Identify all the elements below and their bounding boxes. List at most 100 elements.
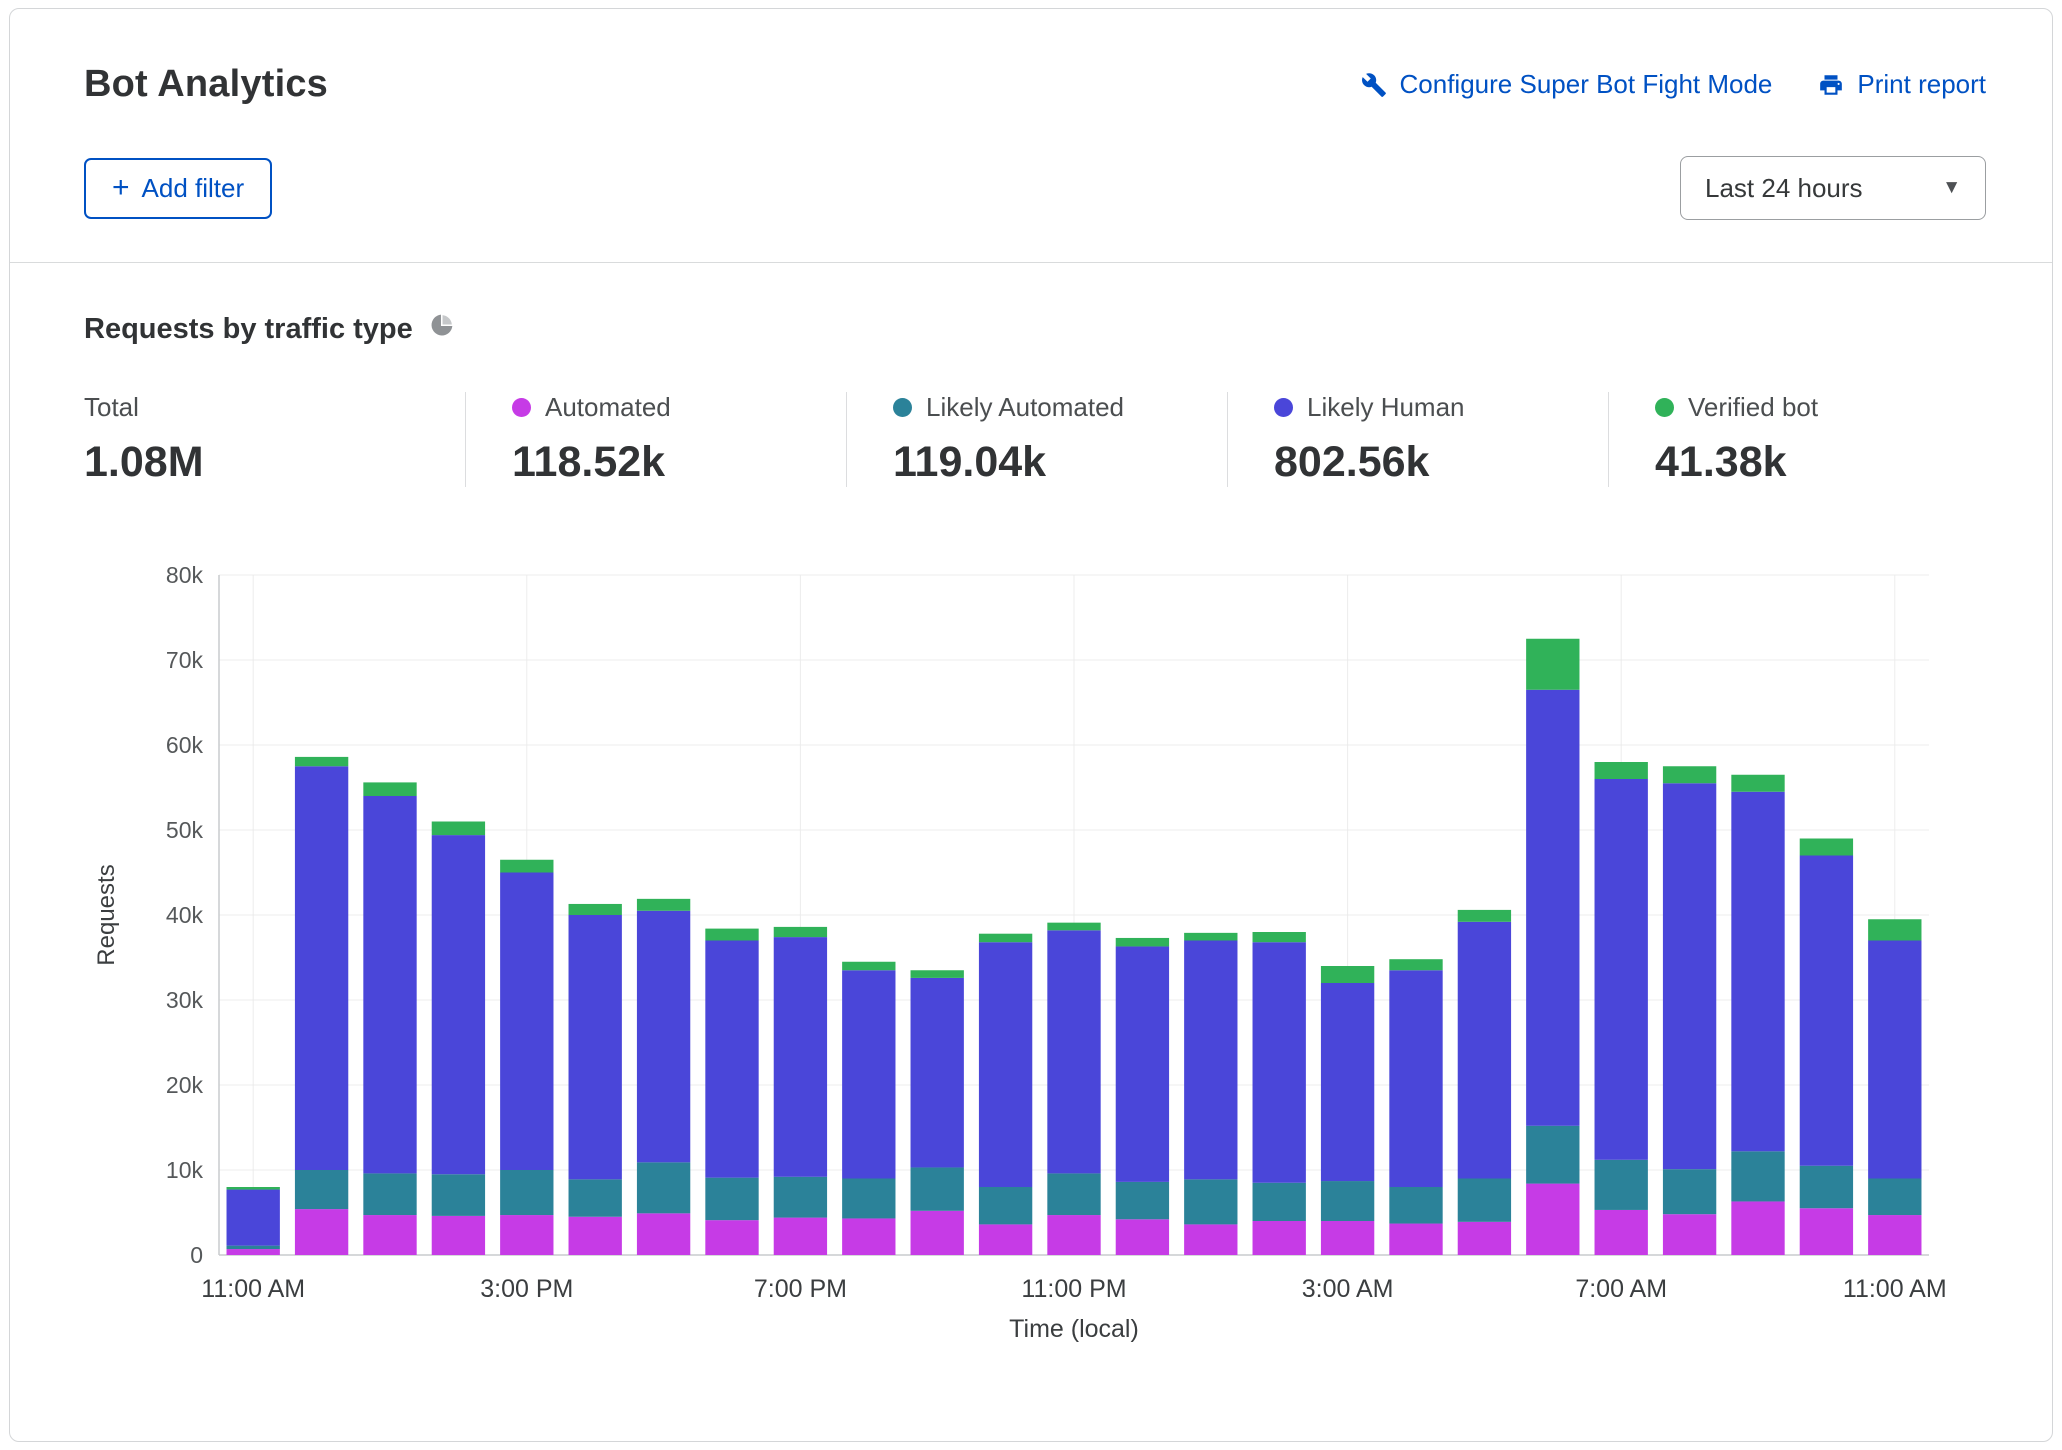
bar-segment-likely-automated[interactable]	[1321, 1181, 1374, 1221]
bar-segment-automated[interactable]	[1458, 1222, 1511, 1255]
bar-segment-automated[interactable]	[363, 1215, 416, 1255]
bar-segment-automated[interactable]	[295, 1209, 348, 1255]
bar-segment-verified-bot[interactable]	[432, 822, 485, 836]
bar-segment-likely-automated[interactable]	[1389, 1187, 1442, 1224]
bar-segment-likely-human[interactable]	[295, 766, 348, 1170]
bar-segment-automated[interactable]	[1116, 1219, 1169, 1255]
bar-segment-automated[interactable]	[1389, 1224, 1442, 1255]
bar-segment-likely-human[interactable]	[1458, 922, 1511, 1179]
bar-segment-likely-automated[interactable]	[1868, 1179, 1921, 1216]
bar-segment-likely-human[interactable]	[1389, 970, 1442, 1187]
bar-segment-likely-human[interactable]	[1321, 983, 1374, 1181]
bar-segment-likely-human[interactable]	[705, 941, 758, 1178]
bar-segment-likely-automated[interactable]	[1184, 1179, 1237, 1224]
bar-segment-likely-automated[interactable]	[1047, 1173, 1100, 1215]
bar-segment-verified-bot[interactable]	[227, 1187, 280, 1190]
bar-segment-automated[interactable]	[500, 1215, 553, 1255]
bar-segment-verified-bot[interactable]	[363, 782, 416, 796]
bar-segment-verified-bot[interactable]	[705, 929, 758, 941]
bar-segment-likely-automated[interactable]	[1731, 1151, 1784, 1201]
bar-segment-automated[interactable]	[705, 1220, 758, 1255]
bar-segment-verified-bot[interactable]	[774, 927, 827, 937]
bar-segment-verified-bot[interactable]	[1458, 910, 1511, 922]
bar-segment-automated[interactable]	[1184, 1224, 1237, 1255]
bar-segment-likely-automated[interactable]	[432, 1174, 485, 1216]
bar-segment-likely-human[interactable]	[363, 796, 416, 1173]
bar-segment-likely-automated[interactable]	[1253, 1183, 1306, 1221]
bar-segment-verified-bot[interactable]	[1389, 959, 1442, 970]
bar-segment-automated[interactable]	[227, 1249, 280, 1255]
bar-segment-likely-automated[interactable]	[569, 1179, 622, 1216]
bar-segment-verified-bot[interactable]	[295, 757, 348, 766]
bar-segment-likely-human[interactable]	[774, 937, 827, 1177]
bar-segment-likely-automated[interactable]	[705, 1178, 758, 1221]
bar-segment-verified-bot[interactable]	[1800, 839, 1853, 856]
bar-segment-automated[interactable]	[1663, 1214, 1716, 1255]
bar-segment-likely-human[interactable]	[569, 915, 622, 1179]
bar-segment-likely-automated[interactable]	[1526, 1126, 1579, 1184]
time-range-select[interactable]: Last 24 hours ▼	[1680, 156, 1986, 220]
bar-segment-automated[interactable]	[1321, 1221, 1374, 1255]
bar-segment-automated[interactable]	[1800, 1208, 1853, 1255]
bar-segment-automated[interactable]	[842, 1218, 895, 1255]
bar-segment-verified-bot[interactable]	[637, 899, 690, 911]
bar-segment-likely-human[interactable]	[1047, 930, 1100, 1173]
bar-segment-automated[interactable]	[911, 1211, 964, 1255]
bar-segment-automated[interactable]	[1253, 1221, 1306, 1255]
bar-segment-likely-automated[interactable]	[637, 1162, 690, 1213]
bar-segment-likely-human[interactable]	[1800, 856, 1853, 1166]
bar-segment-automated[interactable]	[979, 1224, 1032, 1255]
bar-segment-verified-bot[interactable]	[1731, 775, 1784, 792]
bar-segment-likely-automated[interactable]	[363, 1173, 416, 1215]
bar-segment-likely-human[interactable]	[637, 911, 690, 1163]
bar-segment-likely-human[interactable]	[432, 835, 485, 1174]
bar-segment-verified-bot[interactable]	[1116, 938, 1169, 947]
bar-segment-automated[interactable]	[1526, 1184, 1579, 1255]
bar-segment-likely-human[interactable]	[1595, 779, 1648, 1160]
bar-segment-likely-automated[interactable]	[911, 1167, 964, 1210]
bar-segment-verified-bot[interactable]	[1663, 766, 1716, 783]
bar-segment-automated[interactable]	[569, 1217, 622, 1255]
bar-segment-verified-bot[interactable]	[1868, 919, 1921, 940]
bar-segment-likely-human[interactable]	[842, 970, 895, 1178]
bar-segment-likely-human[interactable]	[227, 1190, 280, 1246]
bar-segment-automated[interactable]	[432, 1216, 485, 1255]
bar-segment-automated[interactable]	[1595, 1210, 1648, 1255]
bar-segment-likely-human[interactable]	[1731, 792, 1784, 1152]
bar-segment-verified-bot[interactable]	[569, 904, 622, 915]
bar-segment-likely-automated[interactable]	[1595, 1160, 1648, 1210]
bar-segment-likely-automated[interactable]	[227, 1246, 280, 1249]
bar-segment-automated[interactable]	[774, 1218, 827, 1255]
bar-segment-likely-automated[interactable]	[1663, 1169, 1716, 1214]
add-filter-button[interactable]: + Add filter	[84, 158, 272, 219]
bar-segment-likely-automated[interactable]	[842, 1179, 895, 1219]
bar-segment-likely-human[interactable]	[979, 942, 1032, 1187]
bar-segment-verified-bot[interactable]	[1253, 932, 1306, 942]
bar-segment-automated[interactable]	[1731, 1201, 1784, 1255]
bar-segment-likely-automated[interactable]	[295, 1170, 348, 1209]
bar-segment-likely-human[interactable]	[1868, 941, 1921, 1179]
bar-segment-likely-human[interactable]	[1184, 941, 1237, 1180]
bar-segment-verified-bot[interactable]	[1047, 923, 1100, 931]
bar-segment-automated[interactable]	[1868, 1215, 1921, 1255]
bar-segment-verified-bot[interactable]	[979, 934, 1032, 943]
configure-super-bot-fight-mode-link[interactable]: Configure Super Bot Fight Mode	[1361, 69, 1773, 100]
bar-segment-verified-bot[interactable]	[1526, 639, 1579, 690]
bar-segment-likely-automated[interactable]	[979, 1187, 1032, 1224]
bar-segment-likely-automated[interactable]	[500, 1170, 553, 1215]
bar-segment-verified-bot[interactable]	[1321, 966, 1374, 983]
bar-segment-likely-human[interactable]	[500, 873, 553, 1171]
bar-segment-likely-automated[interactable]	[1800, 1166, 1853, 1209]
bar-segment-verified-bot[interactable]	[842, 962, 895, 971]
bar-segment-likely-automated[interactable]	[774, 1177, 827, 1218]
bar-segment-likely-automated[interactable]	[1458, 1179, 1511, 1222]
bar-segment-verified-bot[interactable]	[500, 860, 553, 873]
bar-segment-verified-bot[interactable]	[1184, 933, 1237, 941]
bar-segment-verified-bot[interactable]	[911, 970, 964, 978]
bar-segment-likely-automated[interactable]	[1116, 1182, 1169, 1219]
bar-segment-likely-human[interactable]	[1526, 690, 1579, 1126]
bar-segment-likely-human[interactable]	[1116, 946, 1169, 1181]
bar-segment-likely-human[interactable]	[911, 978, 964, 1168]
bar-segment-automated[interactable]	[1047, 1215, 1100, 1255]
bar-segment-likely-human[interactable]	[1663, 783, 1716, 1169]
